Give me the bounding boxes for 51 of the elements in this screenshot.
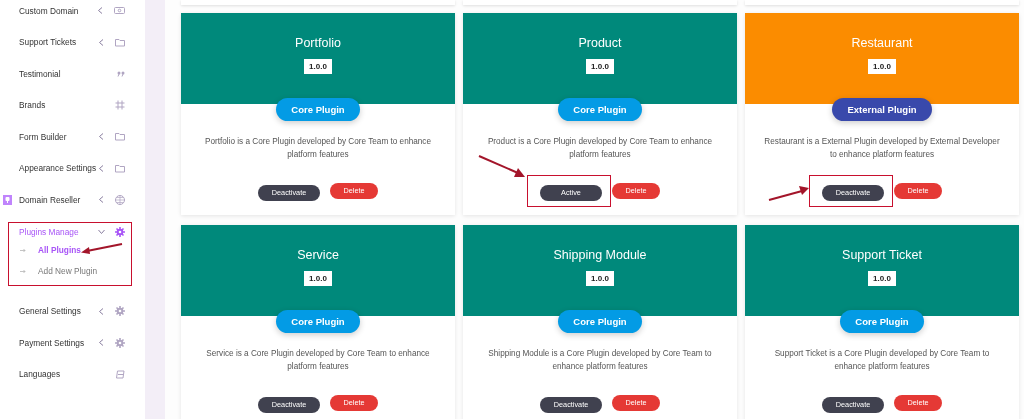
sidebar-item[interactable]: Domain Reseller bbox=[0, 184, 145, 216]
plugin-description: Support Ticket is a Core Plugin developed by Core Team to enhance platform features bbox=[773, 348, 991, 373]
arrow-right-icon bbox=[20, 268, 26, 274]
layers-icon bbox=[116, 369, 125, 379]
sidebar-item[interactable]: Custom Domain bbox=[0, 0, 145, 27]
plugin-type-badge: Core Plugin bbox=[276, 98, 360, 121]
version-label: 1.0.0 bbox=[586, 271, 614, 286]
plugin-title: Portfolio bbox=[295, 36, 341, 50]
sidebar-subitem[interactable]: Add New Plugin bbox=[9, 260, 98, 282]
version-label: 1.0.0 bbox=[304, 271, 332, 286]
plugin-title: Restaurant bbox=[851, 36, 913, 50]
sidebar-item[interactable]: Plugins Manage bbox=[9, 223, 131, 240]
folder-icon bbox=[115, 37, 125, 47]
plugin-description: Service is a Core Plugin developed by Core Team to enhance platform features bbox=[205, 348, 431, 373]
sidebar-item[interactable]: Testimonial bbox=[0, 58, 145, 90]
settings-icon bbox=[115, 306, 125, 317]
plugin-description: Portfolio is a Core Plugin developed by Core Team to enhance platform features bbox=[203, 136, 433, 161]
sidebar-item[interactable]: Support Tickets bbox=[0, 26, 145, 58]
sidebar-subitem[interactable]: All Plugins bbox=[9, 239, 81, 261]
version-label: 1.0.0 bbox=[868, 271, 896, 286]
plugin-description: Restaurant is a External Plugin developed by External Developer to enhance platform features bbox=[763, 136, 1001, 161]
ticket-icon bbox=[114, 6, 125, 16]
version-label: 1.0.0 bbox=[586, 59, 614, 74]
sidebar-item[interactable]: Brands bbox=[0, 89, 145, 121]
settings-icon bbox=[115, 337, 125, 348]
plugin-type-badge: Core Plugin bbox=[840, 310, 924, 333]
sidebar-item[interactable]: General Settings bbox=[0, 295, 145, 327]
plugin-title: Shipping Module bbox=[553, 248, 647, 262]
quote-icon bbox=[117, 70, 125, 77]
sidebar-item[interactable]: Languages bbox=[0, 358, 145, 390]
settings-icon bbox=[115, 226, 125, 237]
version-label: 1.0.0 bbox=[868, 59, 896, 74]
plugin-description: Shipping Module is a Core Plugin developed by Core Team to enhance platform features bbox=[487, 348, 713, 373]
arrow-right-icon bbox=[20, 247, 26, 253]
plugin-type-badge: External Plugin bbox=[832, 98, 932, 121]
sidebar-item[interactable]: Payment Settings bbox=[0, 327, 145, 359]
plugin-type-badge: Core Plugin bbox=[558, 98, 642, 121]
plugin-title: Service bbox=[297, 248, 339, 262]
sidebar-item[interactable]: Appearance Settings bbox=[0, 152, 145, 184]
plugin-title: Product bbox=[578, 36, 622, 50]
sidebar-item[interactable]: Form Builder bbox=[0, 121, 145, 153]
grid-icon bbox=[115, 100, 125, 111]
folder-icon bbox=[115, 132, 125, 142]
globe-icon bbox=[115, 194, 125, 205]
plug-icon bbox=[3, 194, 12, 205]
plugin-type-badge: Core Plugin bbox=[276, 310, 360, 333]
plugin-description: Product is a Core Plugin developed by Core Team to enhance platform features bbox=[486, 136, 714, 161]
plugin-type-badge: Core Plugin bbox=[558, 310, 642, 333]
version-label: 1.0.0 bbox=[304, 59, 332, 74]
folder-icon bbox=[115, 163, 125, 173]
plugin-title: Support Ticket bbox=[842, 248, 922, 262]
